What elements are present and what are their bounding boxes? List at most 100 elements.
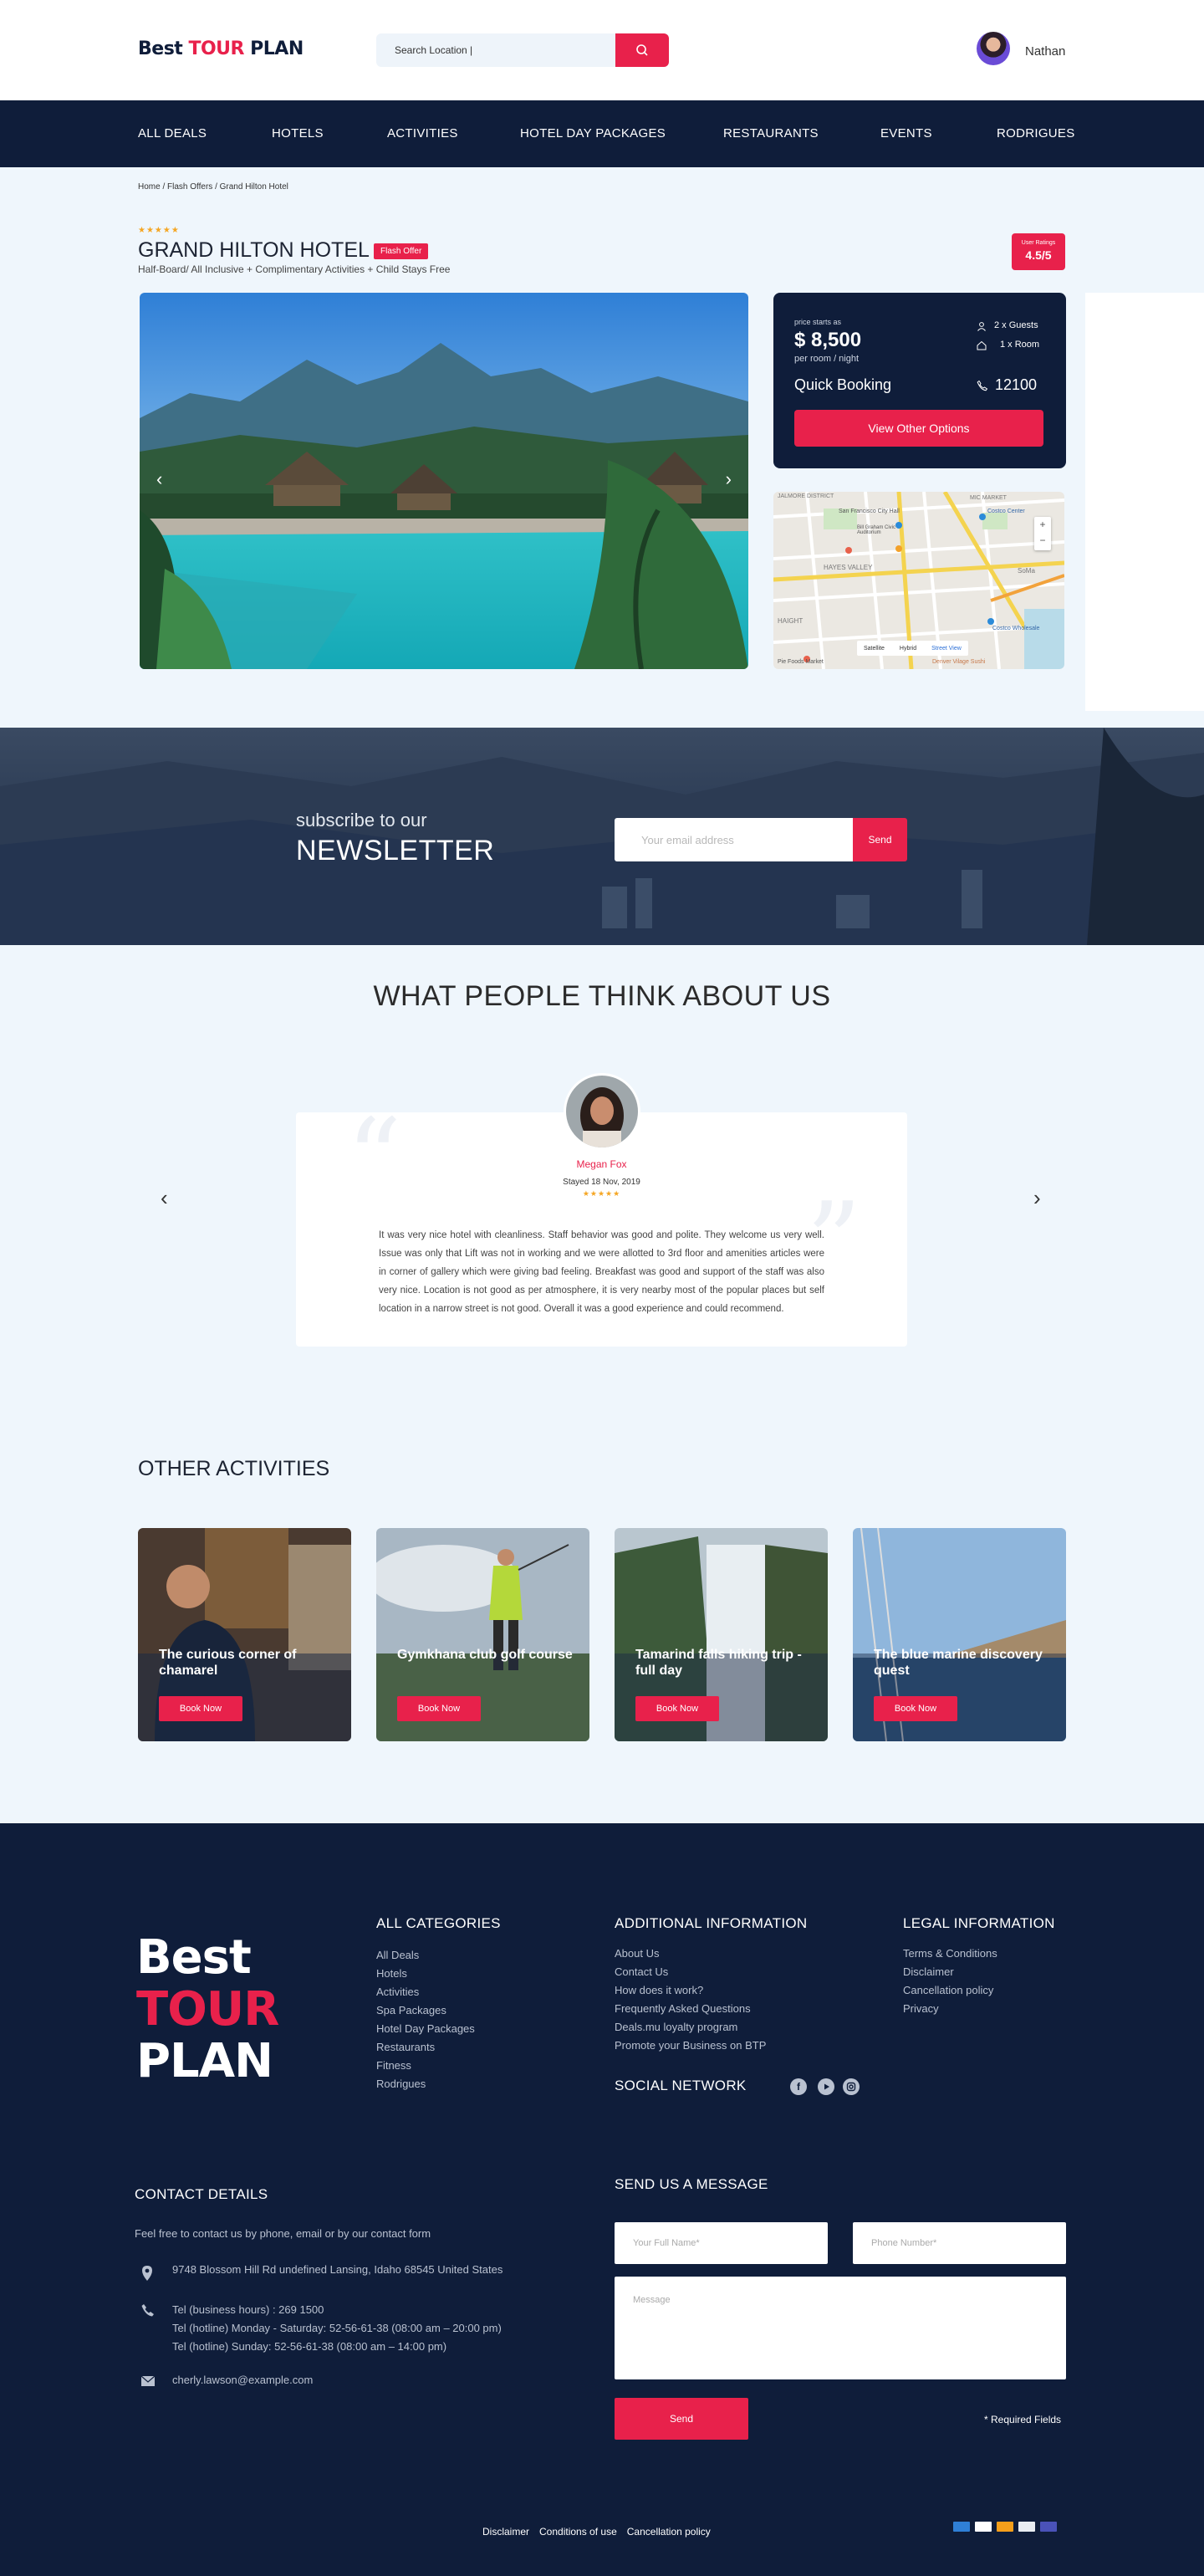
map-zoom-in-button[interactable]: + bbox=[1034, 517, 1051, 533]
book-now-button[interactable]: Book Now bbox=[159, 1696, 242, 1721]
amex-icon bbox=[953, 2522, 970, 2532]
send-message-button[interactable]: Send bbox=[615, 2398, 748, 2440]
testimonial-next-icon[interactable]: › bbox=[1033, 1185, 1041, 1211]
footer-link[interactable]: Restaurants bbox=[376, 2041, 475, 2059]
guests-icon bbox=[977, 320, 987, 335]
search-input[interactable]: Search Location | bbox=[395, 44, 472, 56]
booking-panel: price starts as $ 8,500 per room / night… bbox=[773, 293, 1066, 468]
nav-all-deals[interactable]: ALL DEALS bbox=[138, 126, 207, 141]
guests-count[interactable]: 2 x Guests bbox=[994, 320, 1038, 330]
newsletter-send-button[interactable]: Send bbox=[853, 818, 907, 861]
footer-logo[interactable]: Best TOUR PLAN bbox=[136, 1932, 279, 2088]
nav-rodrigues[interactable]: RODRIGUES bbox=[997, 126, 1075, 141]
footer-link[interactable]: Contact Us bbox=[615, 1965, 766, 1984]
hotel-photo bbox=[140, 293, 748, 669]
youtube-icon[interactable] bbox=[818, 2078, 834, 2095]
footer-link[interactable]: Rodrigues bbox=[376, 2078, 475, 2096]
map-type-toggle: Satellite Hybrid Street View bbox=[857, 641, 968, 656]
carousel-prev-icon[interactable]: ‹ bbox=[156, 468, 162, 490]
footer-link[interactable]: How does it work? bbox=[615, 1984, 766, 2002]
contact-phone-hotline-sunday[interactable]: Tel (hotline) Sunday: 52-56-61-38 (08:00… bbox=[172, 2338, 502, 2356]
message-field[interactable]: Message bbox=[615, 2277, 1066, 2379]
contact-phone-business[interactable]: Tel (business hours) : 269 1500 bbox=[172, 2301, 502, 2319]
search-button[interactable] bbox=[615, 33, 669, 67]
categories-title: ALL CATEGORIES bbox=[376, 1915, 501, 1931]
footer-link[interactable]: Hotel Day Packages bbox=[376, 2022, 475, 2041]
activity-card[interactable]: Tamarind falls hiking trip - full day Bo… bbox=[615, 1528, 828, 1741]
testimonial-text: It was very nice hotel with cleanliness.… bbox=[379, 1230, 824, 1314]
search-icon bbox=[636, 44, 648, 56]
main-nav: ALL DEALS HOTELS ACTIVITIES HOTEL DAY PA… bbox=[0, 100, 1204, 167]
map-label: Costco Center bbox=[987, 509, 1025, 514]
breadcrumb[interactable]: Home / Flash Offers / Grand Hilton Hotel bbox=[138, 182, 288, 192]
hotel-image-carousel[interactable]: ‹ › bbox=[140, 293, 748, 669]
nav-events[interactable]: EVENTS bbox=[880, 126, 932, 141]
user-name[interactable]: Nathan bbox=[1025, 44, 1065, 59]
footer-link[interactable]: Fitness bbox=[376, 2059, 475, 2078]
required-fields-note: * Required Fields bbox=[984, 2414, 1062, 2425]
map-satellite-toggle[interactable]: Satellite bbox=[864, 646, 885, 652]
reviewer-name: Megan Fox bbox=[576, 1158, 627, 1170]
bottom-link-disclaimer[interactable]: Disclaimer bbox=[482, 2526, 529, 2538]
reviewer-stars: ★★★★★ bbox=[582, 1189, 621, 1198]
view-other-options-button[interactable]: View Other Options bbox=[794, 410, 1043, 447]
newsletter-email-input[interactable]: Your email address bbox=[615, 818, 853, 861]
full-name-field[interactable]: Your Full Name* bbox=[615, 2222, 828, 2264]
footer-link[interactable]: About Us bbox=[615, 1947, 766, 1965]
testimonial-prev-icon[interactable]: ‹ bbox=[161, 1185, 168, 1211]
map-label: SoMa bbox=[1018, 567, 1035, 575]
contact-email[interactable]: cherly.lawson@example.com bbox=[172, 2374, 313, 2386]
book-now-button[interactable]: Book Now bbox=[397, 1696, 481, 1721]
full-name-placeholder: Your Full Name* bbox=[633, 2238, 700, 2248]
footer-link[interactable]: Spa Packages bbox=[376, 2004, 475, 2022]
activity-card[interactable]: The curious corner of chamarel Book Now bbox=[138, 1528, 351, 1741]
map-zoom-out-button[interactable]: − bbox=[1034, 533, 1051, 549]
nav-restaurants[interactable]: RESTAURANTS bbox=[723, 126, 819, 141]
activity-card[interactable]: The blue marine discovery quest Book Now bbox=[853, 1528, 1066, 1741]
nav-activities[interactable]: ACTIVITIES bbox=[387, 126, 458, 141]
location-map[interactable]: JALMORE DISTRICT MIC MARKET San Francisc… bbox=[773, 492, 1064, 669]
book-now-button[interactable]: Book Now bbox=[635, 1696, 719, 1721]
phone-number-field[interactable]: Phone Number* bbox=[853, 2222, 1066, 2264]
bottom-links: Disclaimer Conditions of use Cancellatio… bbox=[482, 2526, 711, 2538]
phone-icon bbox=[977, 380, 988, 396]
user-avatar[interactable] bbox=[977, 32, 1010, 65]
site-footer: Best TOUR PLAN ALL CATEGORIES All Deals … bbox=[0, 1823, 1204, 2576]
payment-icons bbox=[953, 2522, 1057, 2532]
map-label: HAIGHT bbox=[778, 617, 804, 625]
footer-link[interactable]: Disclaimer bbox=[903, 1965, 997, 1984]
footer-link[interactable]: Hotels bbox=[376, 1967, 475, 1986]
booking-phone[interactable]: 12100 bbox=[995, 376, 1037, 394]
nav-hotels[interactable]: HOTELS bbox=[272, 126, 324, 141]
contact-phone-hotline-week[interactable]: Tel (hotline) Monday - Saturday: 52-56-6… bbox=[172, 2319, 502, 2338]
newsletter-background bbox=[0, 728, 1204, 945]
rating-label: User Ratings bbox=[1021, 240, 1056, 246]
bottom-link-conditions[interactable]: Conditions of use bbox=[539, 2526, 617, 2538]
nav-hotel-day-packages[interactable]: HOTEL DAY PACKAGES bbox=[520, 126, 666, 141]
site-logo[interactable]: Best TOUR PLAN bbox=[138, 38, 304, 59]
room-count[interactable]: 1 x Room bbox=[1000, 340, 1039, 350]
contact-address: 9748 Blossom Hill Rd undefined Lansing, … bbox=[172, 2263, 503, 2276]
testimonials-title: WHAT PEOPLE THINK ABOUT US bbox=[373, 980, 831, 1012]
footer-link[interactable]: Activities bbox=[376, 1986, 475, 2004]
map-streetview-toggle[interactable]: Street View bbox=[931, 646, 962, 652]
footer-link[interactable]: All Deals bbox=[376, 1949, 475, 1967]
newsletter-line1: subscribe to our bbox=[296, 810, 427, 831]
facebook-icon[interactable]: f bbox=[790, 2078, 807, 2095]
footer-link[interactable]: Frequently Asked Questions bbox=[615, 2002, 766, 2021]
carousel-next-icon[interactable]: › bbox=[726, 468, 732, 490]
newsletter-line2: NEWSLETTER bbox=[296, 835, 495, 866]
book-now-button[interactable]: Book Now bbox=[874, 1696, 957, 1721]
send-message-title: SEND US A MESSAGE bbox=[615, 2176, 768, 2192]
map-hybrid-toggle[interactable]: Hybrid bbox=[900, 646, 916, 652]
footer-link[interactable]: Privacy bbox=[903, 2002, 997, 2021]
phone-icon bbox=[140, 2303, 156, 2322]
message-placeholder: Message bbox=[633, 2295, 671, 2305]
footer-link[interactable]: Deals.mu loyalty program bbox=[615, 2021, 766, 2039]
footer-link[interactable]: Terms & Conditions bbox=[903, 1947, 997, 1965]
instagram-icon[interactable] bbox=[843, 2078, 860, 2095]
bottom-link-cancellation[interactable]: Cancellation policy bbox=[627, 2526, 711, 2538]
footer-link[interactable]: Cancellation policy bbox=[903, 1984, 997, 2002]
footer-link[interactable]: Promote your Business on BTP bbox=[615, 2039, 766, 2057]
activity-card[interactable]: Gymkhana club golf course Book Now bbox=[376, 1528, 589, 1741]
